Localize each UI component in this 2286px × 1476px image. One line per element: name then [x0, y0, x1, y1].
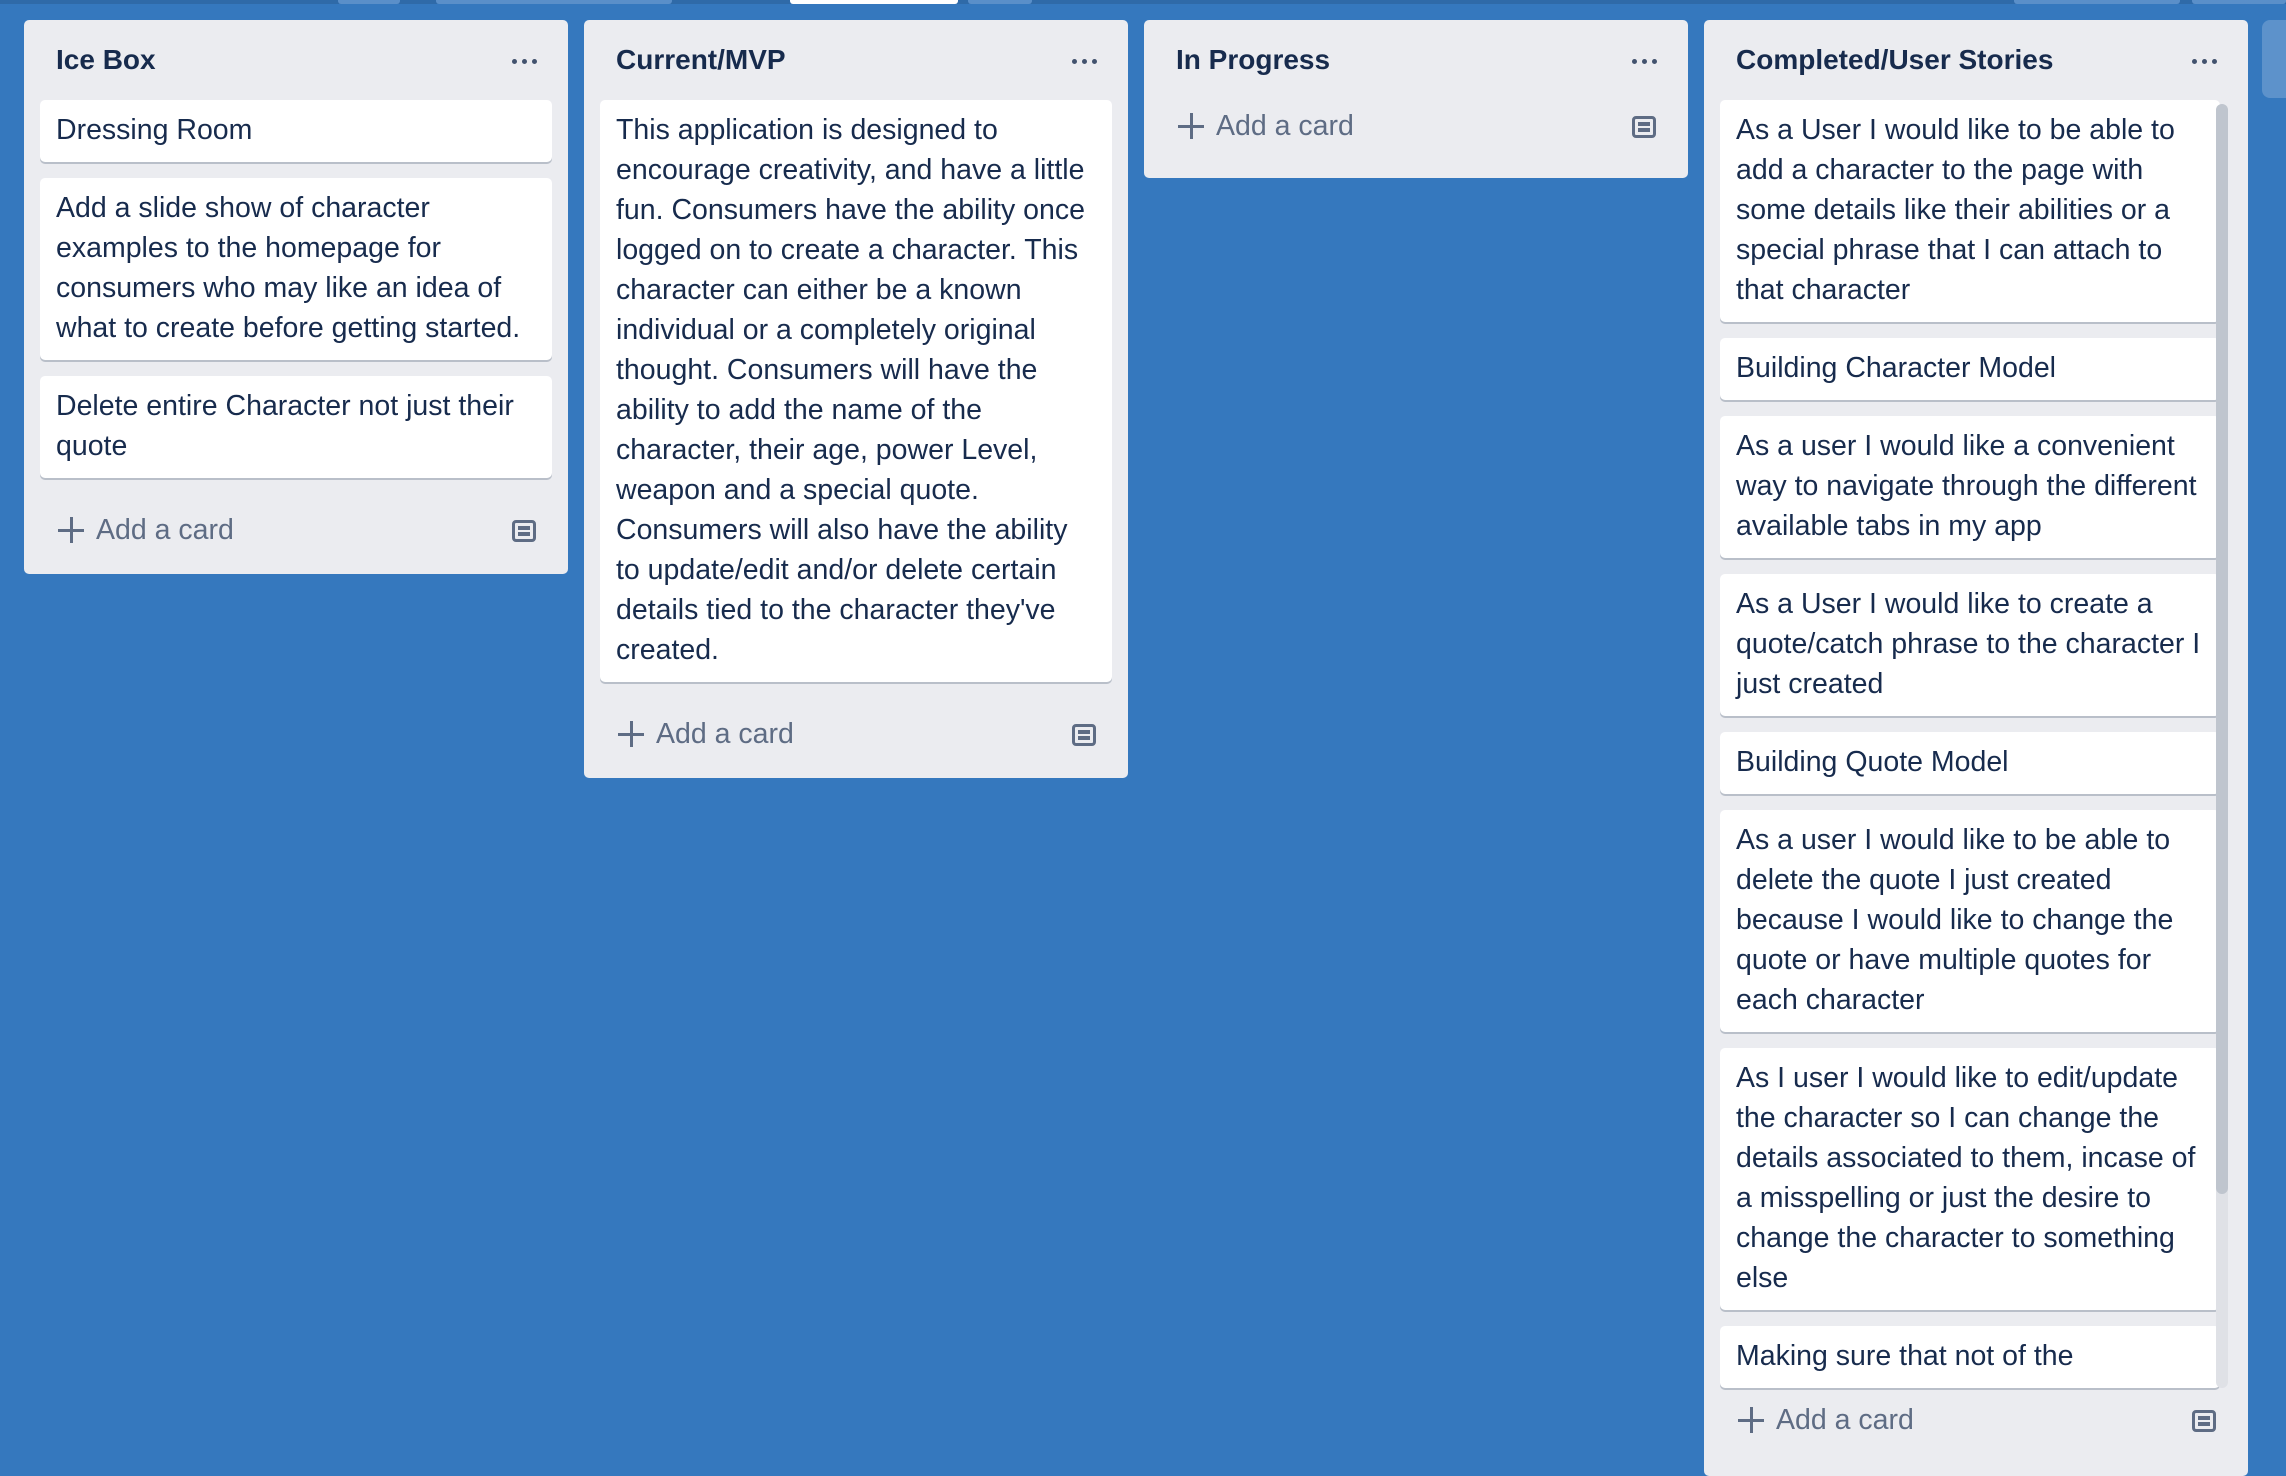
card-template-icon[interactable]: [2192, 1410, 2216, 1432]
list-title[interactable]: In Progress: [1176, 40, 1330, 80]
card-scroll-area[interactable]: As a User I would like to be able to add…: [1704, 100, 2248, 1394]
card[interactable]: Building Quote Model: [1720, 732, 2220, 794]
card[interactable]: As a User I would like to create a quote…: [1720, 574, 2220, 716]
card[interactable]: As I user I would like to edit/update th…: [1720, 1048, 2220, 1310]
scrollbar-thumb[interactable]: [2216, 104, 2228, 1194]
add-card-label: Add a card: [1776, 1404, 1914, 1436]
scrollbar[interactable]: [2216, 104, 2228, 1388]
top-tab[interactable]: [968, 0, 1032, 4]
list-footer: Add a card: [1144, 100, 1688, 178]
board-scroll-handle[interactable]: [2262, 20, 2286, 98]
add-card-label: Add a card: [1216, 110, 1354, 142]
card-list: This application is designed to encourag…: [584, 100, 1128, 682]
list-header: Current/MVP: [584, 20, 1128, 100]
card[interactable]: Building Character Model: [1720, 338, 2220, 400]
list-title[interactable]: Current/MVP: [616, 40, 786, 80]
card-template-icon[interactable]: [1072, 724, 1096, 746]
more-horizontal-icon[interactable]: [2184, 46, 2224, 76]
add-card-button[interactable]: Add a card: [618, 714, 794, 754]
card-list: Dressing Room Add a slide show of charac…: [24, 100, 568, 478]
plus-icon: [1178, 113, 1204, 139]
top-tab[interactable]: [436, 0, 672, 4]
card[interactable]: Dressing Room: [40, 100, 552, 162]
list-footer: Add a card: [24, 494, 568, 574]
card[interactable]: Delete entire Character not just their q…: [40, 376, 552, 478]
list-footer: Add a card: [584, 698, 1128, 778]
card[interactable]: As a user I would like a convenient way …: [1720, 416, 2220, 558]
more-horizontal-icon[interactable]: [1624, 46, 1664, 76]
add-card-label: Add a card: [96, 514, 234, 546]
card[interactable]: Making sure that not of the: [1720, 1326, 2220, 1388]
add-card-button[interactable]: Add a card: [58, 510, 234, 550]
list-header: In Progress: [1144, 20, 1688, 100]
add-card-label: Add a card: [656, 718, 794, 750]
card[interactable]: As a User I would like to be able to add…: [1720, 100, 2220, 322]
plus-icon: [58, 517, 84, 543]
card[interactable]: This application is designed to encourag…: [600, 100, 1112, 682]
list-completed-user-stories: Completed/User Stories As a User I would…: [1704, 20, 2248, 1476]
card[interactable]: Add a slide show of character examples t…: [40, 178, 552, 360]
card-list: As a User I would like to be able to add…: [1704, 100, 2248, 1388]
list-header: Ice Box: [24, 20, 568, 100]
more-horizontal-icon[interactable]: [504, 46, 544, 76]
list-current-mvp: Current/MVP This application is designed…: [584, 20, 1128, 778]
card-template-icon[interactable]: [1632, 116, 1656, 138]
list-in-progress: In Progress Add a card: [1144, 20, 1688, 178]
top-tab[interactable]: [338, 0, 400, 4]
card[interactable]: As a user I would like to be able to del…: [1720, 810, 2220, 1032]
top-tab[interactable]: [2192, 0, 2286, 4]
list-header: Completed/User Stories: [1704, 20, 2248, 100]
list-title[interactable]: Completed/User Stories: [1736, 40, 2053, 80]
board-top-bar: [0, 0, 2286, 4]
add-card-button[interactable]: Add a card: [1738, 1400, 1914, 1440]
plus-icon: [1738, 1407, 1764, 1433]
add-card-button[interactable]: Add a card: [1178, 106, 1354, 146]
top-tab-active[interactable]: [790, 0, 958, 4]
top-tab[interactable]: [2014, 0, 2180, 4]
list-ice-box: Ice Box Dressing Room Add a slide show o…: [24, 20, 568, 574]
plus-icon: [618, 721, 644, 747]
more-horizontal-icon[interactable]: [1064, 46, 1104, 76]
list-footer: Add a card: [1704, 1394, 2248, 1476]
card-template-icon[interactable]: [512, 520, 536, 542]
list-title[interactable]: Ice Box: [56, 40, 156, 80]
